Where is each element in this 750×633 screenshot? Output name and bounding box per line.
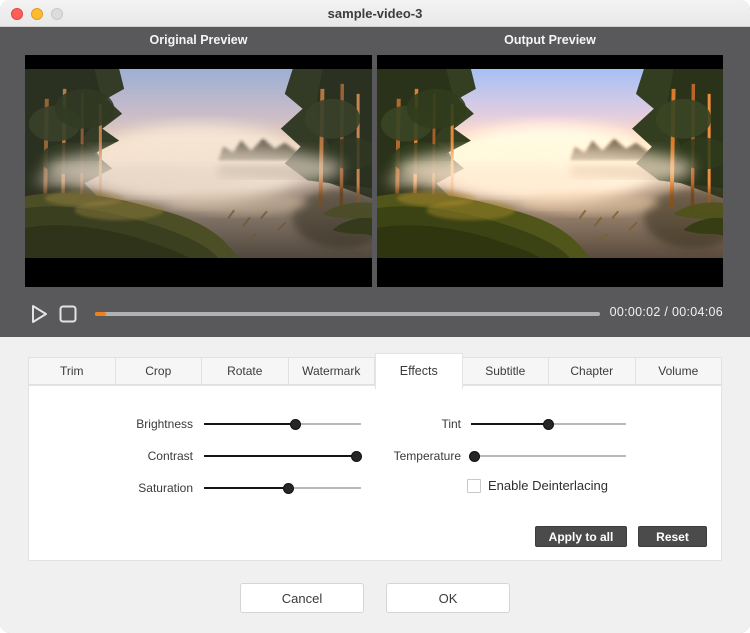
deinterlacing-row: Enable Deinterlacing [467,478,608,493]
saturation-row: Saturation [75,481,361,495]
contrast-slider[interactable] [204,449,362,463]
tab-bar: Trim Crop Rotate Watermark Effects Subti… [28,353,722,389]
playback-controls: 00:00:02 / 00:04:06 [0,295,750,337]
tab-effects[interactable]: Effects [375,353,463,389]
brightness-slider[interactable] [204,417,361,431]
cancel-button[interactable]: Cancel [240,583,364,613]
temperature-row: Temperature [343,449,626,463]
play-icon [32,305,47,323]
slider-fill [204,486,289,489]
preview-section: Original Preview Output Preview 00:00:02… [0,27,750,337]
play-button[interactable] [28,303,50,325]
output-preview-video [377,55,723,287]
slider-fill [471,422,549,425]
close-button[interactable] [11,8,23,20]
stop-icon [59,305,77,323]
tab-chapter[interactable]: Chapter [549,357,636,385]
slider-thumb[interactable] [289,418,301,430]
traffic-lights [11,8,63,20]
reset-button[interactable]: Reset [638,526,707,547]
brightness-row: Brightness [75,417,361,431]
tab-crop[interactable]: Crop [115,357,202,385]
enable-deinterlacing-checkbox[interactable] [467,478,481,493]
editor-section: Trim Crop Rotate Watermark Effects Subti… [0,337,750,633]
zoom-button-disabled [51,8,63,20]
temperature-label: Temperature [393,449,461,463]
seek-bar[interactable] [95,312,600,316]
tab-rotate[interactable]: Rotate [202,357,289,385]
effects-panel: Brightness Contrast Saturation Tint Temp… [28,385,722,561]
title-bar: sample-video-3 [0,0,750,27]
contrast-label: Contrast [147,449,193,463]
saturation-slider[interactable] [204,481,361,495]
ok-button[interactable]: OK [386,583,510,613]
temperature-slider[interactable] [468,449,626,463]
brightness-label: Brightness [136,417,193,431]
tint-label: Tint [441,417,461,431]
slider-thumb[interactable] [543,418,554,430]
tab-volume[interactable]: Volume [635,357,722,385]
time-display: 00:00:02 / 00:04:06 [609,305,723,319]
contrast-row: Contrast [75,449,362,463]
app-window: sample-video-3 Original Preview Output P… [0,0,750,633]
seek-bar-fill [95,312,107,316]
slider-fill [204,422,296,425]
tint-row: Tint [343,417,626,431]
original-preview-label: Original Preview [149,33,248,47]
enable-deinterlacing-label: Enable Deinterlacing [488,478,608,493]
slider-fill [204,454,357,457]
output-preview-label: Output Preview [504,33,596,47]
window-title: sample-video-3 [327,5,423,21]
minimize-button[interactable] [31,8,43,20]
tab-trim[interactable]: Trim [28,357,116,385]
output-video-frame [377,69,723,258]
tab-watermark[interactable]: Watermark [288,357,375,385]
slider-thumb[interactable] [283,482,295,494]
apply-to-all-button[interactable]: Apply to all [535,526,627,547]
slider-thumb[interactable] [468,450,480,462]
original-video-frame [25,69,372,258]
slider-rail [471,455,626,457]
tab-subtitle[interactable]: Subtitle [462,357,549,385]
tint-slider[interactable] [471,417,626,431]
original-preview-video [25,55,372,287]
saturation-label: Saturation [138,481,193,495]
stop-button[interactable] [57,303,79,325]
